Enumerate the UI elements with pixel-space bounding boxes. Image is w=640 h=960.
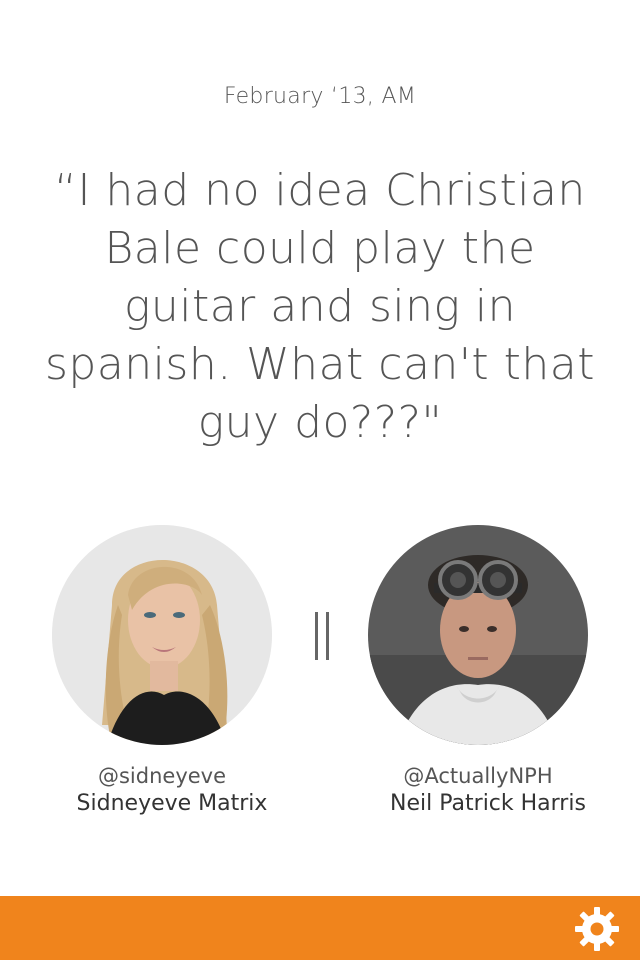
name-right: Neil Patrick Harris xyxy=(390,791,586,816)
quote-text: “I had no idea Christian Bale could play… xyxy=(44,165,596,448)
settings-button[interactable] xyxy=(572,904,622,954)
app-screen: February ‘13, AM “I had no idea Christia… xyxy=(0,0,640,960)
footer-bar xyxy=(0,896,640,960)
avatar-portrait-woman xyxy=(52,525,272,745)
separator-bar xyxy=(315,612,318,660)
avatar-portrait-man xyxy=(368,525,588,745)
avatar-sidneyeve[interactable] xyxy=(52,525,272,745)
avatar-actuallynph[interactable] xyxy=(368,525,588,745)
handle-right[interactable]: @ActuallyNPH xyxy=(338,764,618,788)
handle-left[interactable]: @sidneyeve xyxy=(22,764,302,788)
separator-bar xyxy=(326,612,329,660)
gear-icon xyxy=(575,907,619,951)
versus-separator xyxy=(308,612,336,660)
post-date: February ‘13, AM xyxy=(223,84,417,109)
name-left: Sidneyeve Matrix xyxy=(76,791,268,816)
